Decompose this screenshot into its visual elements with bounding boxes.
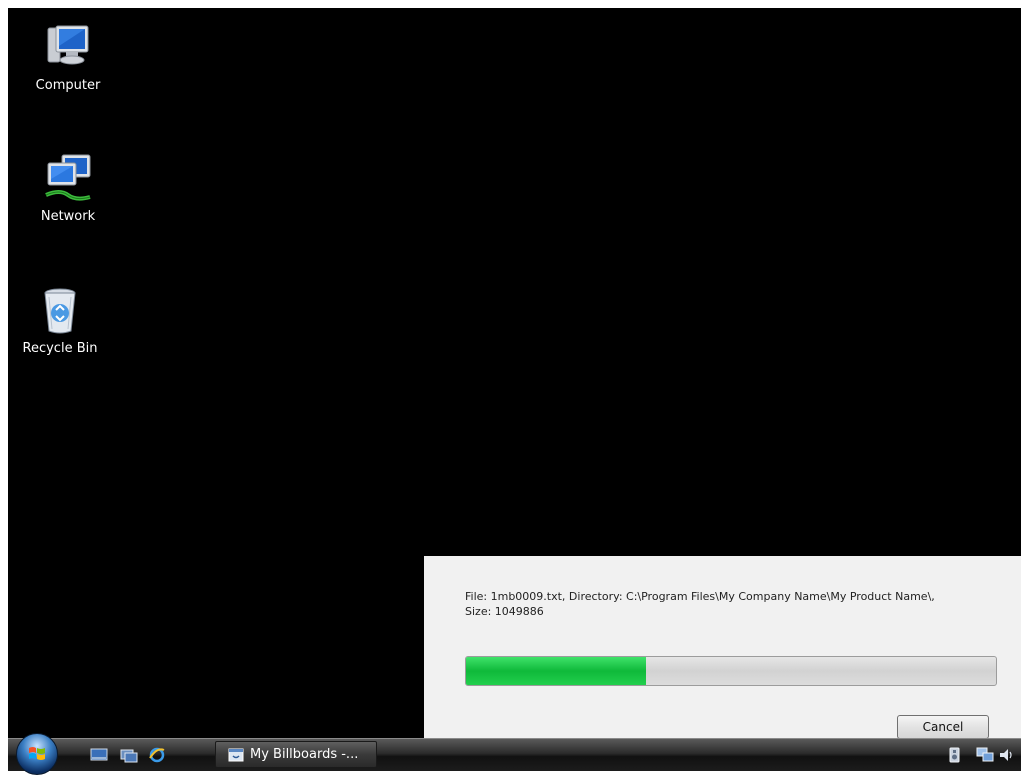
network-tray-icon[interactable] xyxy=(976,747,994,763)
speaker-tray-icon[interactable] xyxy=(946,747,964,763)
taskbar-app-button[interactable]: My Billboards -... xyxy=(215,741,377,768)
volume-icon[interactable] xyxy=(998,747,1016,763)
computer-icon xyxy=(42,22,94,74)
file-info-text: File: 1mb0009.txt, Directory: C:\Program… xyxy=(465,589,1010,619)
file-info-line: File: 1mb0009.txt, Directory: C:\Program… xyxy=(465,590,935,603)
file-progress-dialog: File: 1mb0009.txt, Directory: C:\Program… xyxy=(424,556,1021,739)
app-window-icon xyxy=(228,747,244,763)
desktop-icon-computer[interactable]: Computer xyxy=(20,22,116,93)
desktop-icon-recycle-bin[interactable]: Recycle Bin xyxy=(12,285,108,356)
file-size-line: Size: 1049886 xyxy=(465,605,544,618)
windows-start-orb-icon[interactable] xyxy=(16,733,58,775)
show-desktop-icon[interactable] xyxy=(90,747,108,763)
internet-explorer-icon[interactable] xyxy=(148,747,166,763)
recycle-bin-icon xyxy=(34,285,86,337)
desktop-icon-label: Computer xyxy=(35,78,101,93)
network-icon xyxy=(42,153,94,205)
taskbar: My Billboards -... xyxy=(8,733,1021,775)
progress-bar xyxy=(465,656,997,686)
cancel-button[interactable]: Cancel xyxy=(897,715,989,739)
switch-windows-icon[interactable] xyxy=(120,747,138,763)
desktop-icon-label: Network xyxy=(40,209,96,224)
progress-bar-fill xyxy=(466,657,647,685)
taskbar-app-label: My Billboards -... xyxy=(250,747,359,762)
desktop-icon-network[interactable]: Network xyxy=(20,153,116,224)
desktop-icon-label: Recycle Bin xyxy=(22,341,98,356)
